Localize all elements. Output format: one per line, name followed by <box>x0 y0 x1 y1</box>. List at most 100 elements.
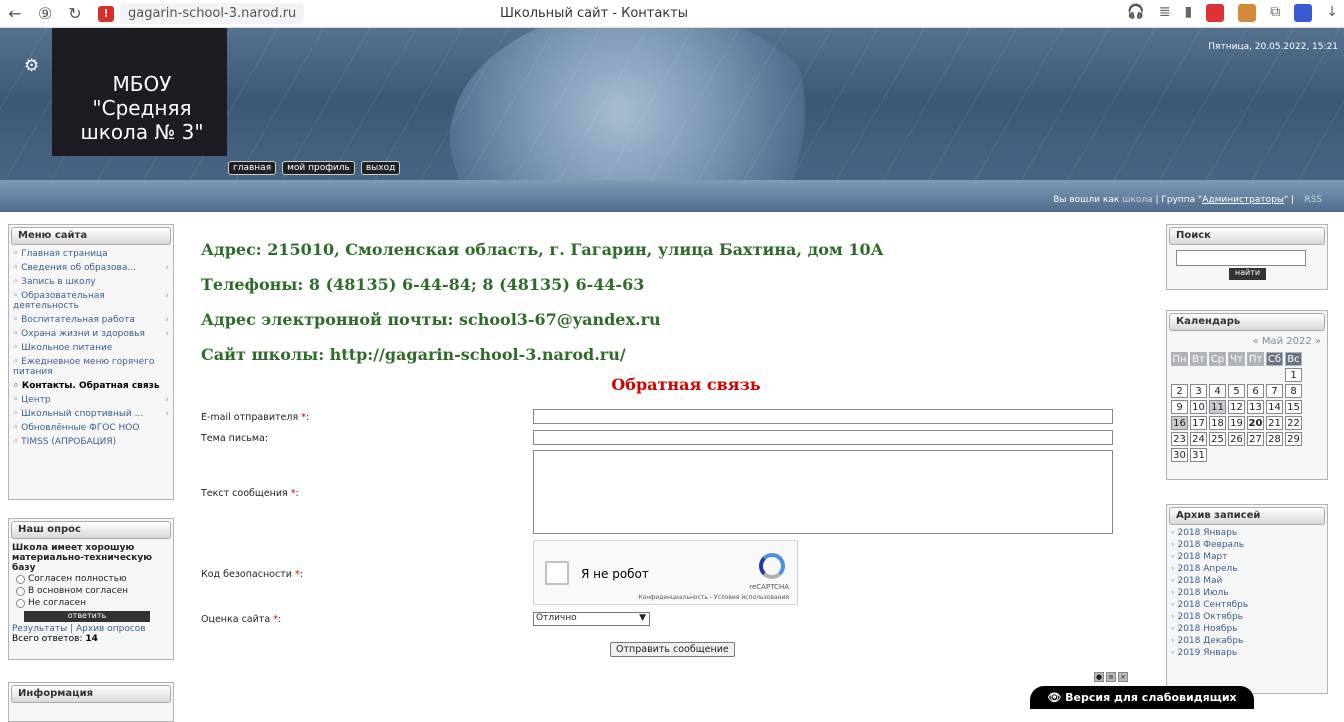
archive-item[interactable]: 2018 Январь <box>1167 527 1327 539</box>
nav-home[interactable]: главная <box>228 161 277 175</box>
menu-item[interactable]: ◦ Центр › <box>9 393 173 407</box>
archive-item[interactable]: 2018 Апрель <box>1167 563 1327 575</box>
poll-radio-1[interactable] <box>16 574 25 584</box>
view-icon[interactable]: ● <box>1094 672 1104 682</box>
calendar-day[interactable]: 13 <box>1247 400 1264 414</box>
gear-icon[interactable]: ⚙ <box>24 56 39 76</box>
menu-item[interactable]: ◦ Контакты. Обратная связь <box>9 379 173 393</box>
archive-item[interactable]: 2018 Май <box>1167 575 1327 587</box>
archive-item[interactable]: 2018 Октябрь <box>1167 611 1327 623</box>
archive-item[interactable]: 2018 Февраль <box>1167 539 1327 551</box>
calendar-day[interactable]: 7 <box>1266 384 1283 398</box>
calendar-day[interactable]: 6 <box>1247 384 1264 398</box>
search-input[interactable] <box>1176 250 1306 266</box>
calendar-month[interactable]: « Май 2022 » <box>1167 333 1327 350</box>
calendar-day[interactable]: 4 <box>1209 384 1226 398</box>
calendar-weekday: Вт <box>1190 352 1207 366</box>
edit-icon[interactable]: ≡ <box>1106 672 1116 682</box>
calendar-day[interactable]: 3 <box>1190 384 1207 398</box>
calendar-day[interactable]: 17 <box>1190 416 1207 430</box>
calendar-day[interactable]: 24 <box>1190 432 1207 446</box>
calendar-day[interactable]: 22 <box>1285 416 1302 430</box>
reload-icon[interactable]: ↻ <box>60 4 90 23</box>
calendar-day[interactable]: 29 <box>1285 432 1302 446</box>
extension-icon[interactable] <box>1294 4 1313 22</box>
search-button[interactable]: найти <box>1229 268 1266 280</box>
chevron-right-icon: › <box>165 329 169 339</box>
calendar-day[interactable]: 8 <box>1285 384 1302 398</box>
calendar-day[interactable]: 31 <box>1190 448 1207 462</box>
calendar-day[interactable]: 14 <box>1266 400 1283 414</box>
bookmark-icon[interactable]: ▮ <box>1185 4 1193 22</box>
rating-select[interactable]: Отлично ▼ <box>533 612 650 626</box>
menu-item[interactable]: ◦ Сведения об образова... › <box>9 261 173 275</box>
extension-icon[interactable]: ⧉ <box>1270 4 1280 22</box>
menu-item[interactable]: ◦ Воспитательная работа › <box>9 313 173 327</box>
calendar-day[interactable]: 30 <box>1171 448 1188 462</box>
rss-link[interactable]: RSS <box>1304 195 1322 205</box>
archive-item[interactable]: 2018 Март <box>1167 551 1327 563</box>
captcha-checkbox[interactable] <box>545 561 569 585</box>
menu-item[interactable]: ◦ Главная страница <box>9 247 173 261</box>
archive-item[interactable]: 2018 Июль <box>1167 587 1327 599</box>
calendar-day[interactable]: 27 <box>1247 432 1264 446</box>
archive-item[interactable]: 2018 Декабрь <box>1167 635 1327 647</box>
reader-icon[interactable]: ≣ <box>1159 4 1171 22</box>
chevron-right-icon: › <box>165 263 169 273</box>
menu-item[interactable]: ◦ Школьное питание <box>9 341 173 355</box>
send-button[interactable]: Отправить сообщение <box>610 642 735 657</box>
user-link[interactable]: школа <box>1122 195 1152 205</box>
calendar-day[interactable]: 5 <box>1228 384 1245 398</box>
headphones-icon[interactable]: 🎧 <box>1127 4 1144 22</box>
nav-logout[interactable]: выход <box>360 161 401 175</box>
calendar-day[interactable]: 16 <box>1171 416 1188 430</box>
extension-icon[interactable] <box>1238 4 1257 22</box>
download-icon[interactable]: ↓ <box>1326 4 1338 22</box>
calendar-day[interactable]: 9 <box>1171 400 1188 414</box>
message-textarea[interactable] <box>533 450 1113 534</box>
poll-radio-3[interactable] <box>16 598 25 608</box>
subject-field[interactable] <box>533 430 1113 445</box>
email-field[interactable] <box>533 409 1113 424</box>
poll-radio-2[interactable] <box>16 586 25 596</box>
poll-title: Наш опрос <box>11 521 171 539</box>
feedback-title: Обратная связь <box>611 375 761 394</box>
archive-item[interactable]: 2018 Сентябрь <box>1167 599 1327 611</box>
calendar-day[interactable]: 25 <box>1209 432 1226 446</box>
poll-answer-button[interactable]: ответить <box>24 611 150 622</box>
calendar-day[interactable]: 26 <box>1228 432 1245 446</box>
menu-item[interactable]: ◦ Обновлённые ФГОС НОО <box>9 421 173 435</box>
menu-item[interactable]: ◦ TIMSS (АПРОБАЦИЯ) <box>9 435 173 449</box>
group-link[interactable]: Администраторы <box>1202 195 1284 205</box>
menu-item[interactable]: ◦ Запись в школу <box>9 275 173 289</box>
calendar-day[interactable]: 11 <box>1209 400 1226 414</box>
calendar-day[interactable]: 2 <box>1171 384 1188 398</box>
calendar-day[interactable]: 10 <box>1190 400 1207 414</box>
calendar-day[interactable]: 23 <box>1171 432 1188 446</box>
calendar-day[interactable]: 19 <box>1228 416 1245 430</box>
calendar-day[interactable]: 21 <box>1266 416 1283 430</box>
poll-results-link[interactable]: Результаты <box>12 624 67 634</box>
calendar-day[interactable]: 12 <box>1228 400 1245 414</box>
back-icon[interactable]: ← <box>0 4 30 23</box>
archive-item[interactable]: 2018 Ноябрь <box>1167 623 1327 635</box>
menu-item[interactable]: ◦ Ежедневное меню горячего питания <box>9 355 173 379</box>
nav-profile[interactable]: мой профиль <box>282 161 355 175</box>
address-bar[interactable]: gagarin-school-3.narod.ru <box>120 3 305 24</box>
calendar-day[interactable]: 1 <box>1285 368 1302 382</box>
menu-item[interactable]: ◦ Школьный спортивный ... › <box>9 407 173 421</box>
close-icon[interactable]: × <box>1118 672 1128 682</box>
captcha-privacy-links[interactable]: Конфиденциальность - Условия использован… <box>638 594 789 601</box>
calendar-day[interactable]: 28 <box>1266 432 1283 446</box>
extension-icon[interactable] <box>1206 4 1225 22</box>
warning-icon[interactable]: ! <box>98 5 114 22</box>
accessibility-version-button[interactable]: 👁 Версия для слабовидящих <box>1030 686 1254 709</box>
calendar-day[interactable]: 18 <box>1209 416 1226 430</box>
archive-item[interactable]: 2019 Январь <box>1167 647 1327 659</box>
profile-icon[interactable]: ⑨ <box>30 4 60 23</box>
calendar-day[interactable]: 15 <box>1285 400 1302 414</box>
poll-archive-link[interactable]: Архив опросов <box>76 624 146 634</box>
calendar-day[interactable]: 20 <box>1247 416 1264 430</box>
menu-item[interactable]: ◦ Охрана жизни и здоровья › <box>9 327 173 341</box>
menu-item[interactable]: ◦ Образовательная деятельность › <box>9 289 173 313</box>
